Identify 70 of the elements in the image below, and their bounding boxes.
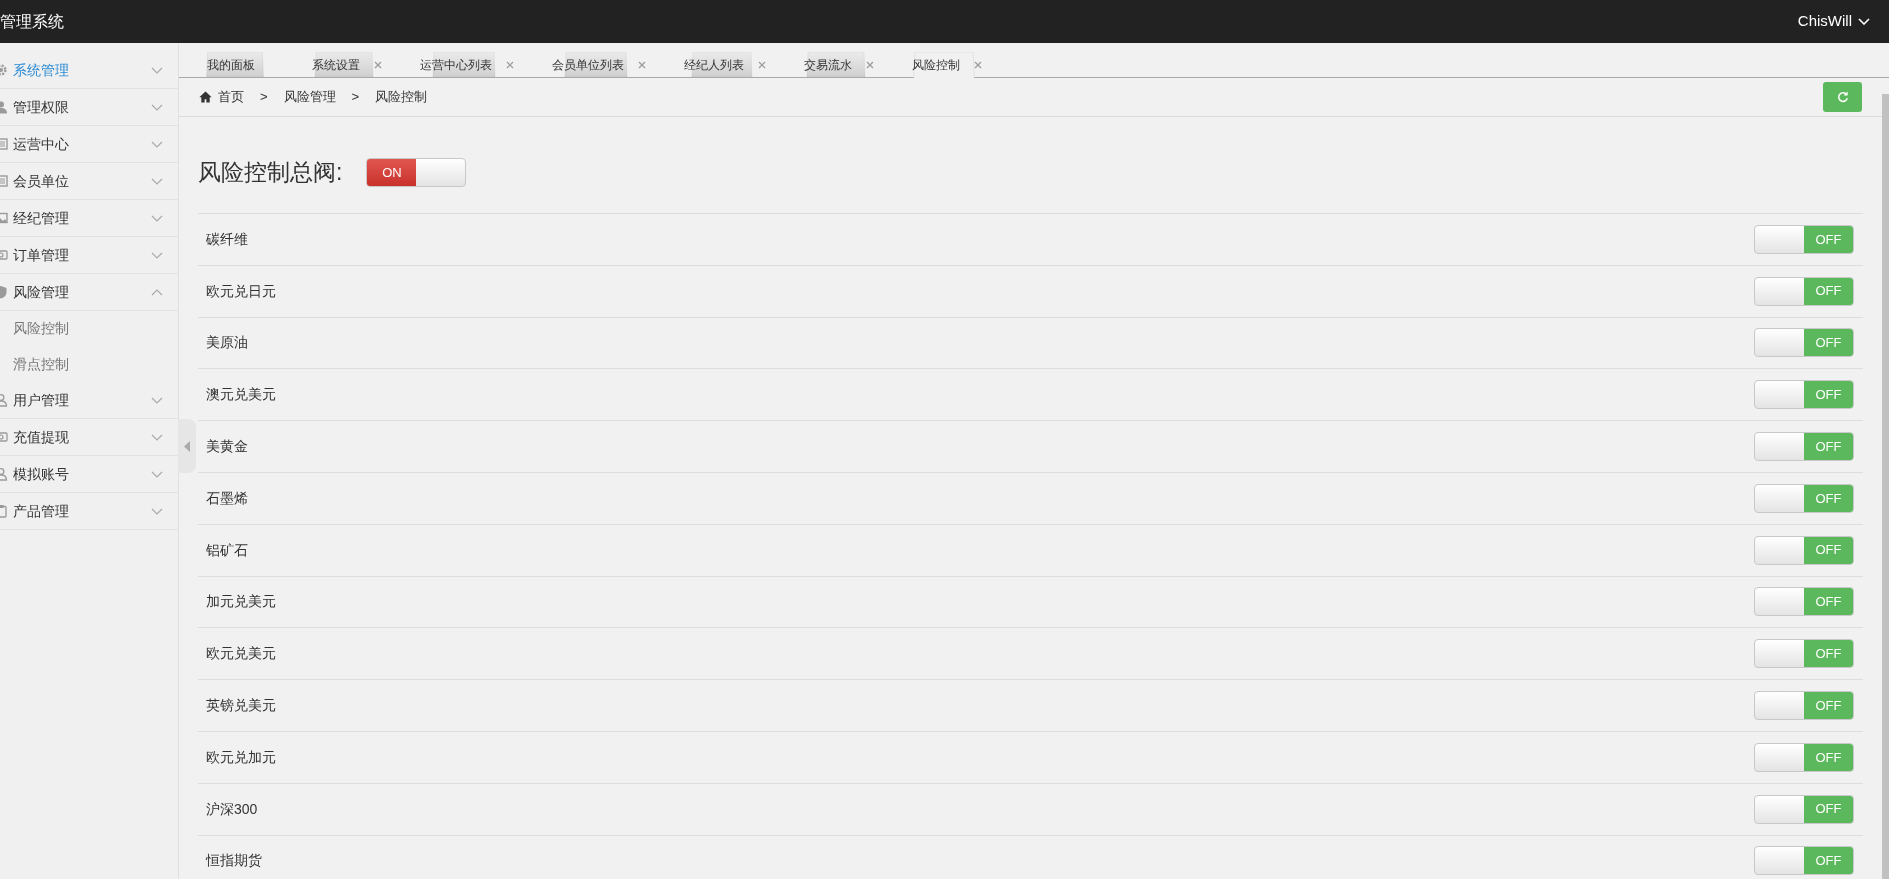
app-title: 管理系统 <box>0 11 64 32</box>
chevron-down-icon <box>151 507 163 515</box>
breadcrumb-separator: > <box>351 88 360 107</box>
refresh-button[interactable] <box>1823 82 1862 112</box>
chevron-down-icon <box>1858 18 1870 25</box>
breadcrumb-link[interactable]: 风险管理 <box>283 87 336 107</box>
person-outline-icon <box>0 467 8 481</box>
chevron-down-icon <box>151 470 163 478</box>
row-label: 加元兑美元 <box>206 592 276 612</box>
person-outline-icon <box>0 393 8 407</box>
banknote-icon <box>0 248 8 262</box>
scrollbar-thumb[interactable] <box>1882 94 1889 879</box>
breadcrumb-separator: > <box>260 88 268 107</box>
row-label: 英镑兑美元 <box>206 696 276 716</box>
row-label: 碳纤维 <box>206 229 248 249</box>
close-icon[interactable] <box>974 61 982 69</box>
chevron-up-icon <box>151 288 163 296</box>
tab[interactable]: 运营中心列表 <box>398 52 530 77</box>
close-icon[interactable] <box>758 60 766 69</box>
banknote-icon <box>0 430 8 444</box>
row-label: 美黄金 <box>206 437 248 457</box>
chevron-down-icon <box>151 103 163 111</box>
gear-icon <box>0 63 8 77</box>
collapse-sidebar-button[interactable] <box>178 419 196 473</box>
row-label: 沪深300 <box>206 799 258 819</box>
row-label: 石墨烯 <box>206 488 248 508</box>
sidebar-item[interactable]: 管理权限 <box>0 89 178 126</box>
sidebar-subitem[interactable]: 风险控制 <box>0 311 178 347</box>
row-label: 铝矿石 <box>206 540 248 560</box>
row-label: 澳元兑美元 <box>206 385 276 405</box>
sidebar-item[interactable]: 风险管理 <box>0 274 178 311</box>
triangle-left-icon <box>184 440 190 452</box>
list-icon <box>0 137 8 151</box>
sidebar-item[interactable]: 会员单位 <box>0 163 178 200</box>
clipboard-icon <box>0 504 8 518</box>
close-icon[interactable] <box>638 60 646 69</box>
sidebar-item[interactable]: 用户管理 <box>0 382 178 419</box>
chevron-down-icon <box>151 396 163 404</box>
breadcrumb-current: 风险控制 <box>375 88 428 107</box>
row-label: 欧元兑加元 <box>206 747 276 767</box>
list-icon <box>0 174 8 188</box>
close-icon[interactable] <box>506 60 514 69</box>
sidebar-subitem[interactable]: 滑点控制 <box>0 346 178 382</box>
home-link[interactable]: 首页 <box>199 87 244 107</box>
user-menu-button[interactable]: ChisWill <box>1797 10 1870 33</box>
home-icon <box>199 91 212 103</box>
picture-icon <box>0 211 8 225</box>
toggle-switch[interactable]: ON <box>366 158 467 187</box>
row-label: 恒指期货 <box>206 851 262 871</box>
refresh-icon <box>1836 91 1849 103</box>
chevron-down-icon <box>151 214 163 222</box>
chevron-down-icon <box>151 66 163 74</box>
chevron-down-icon <box>151 433 163 441</box>
chevron-down-icon <box>151 177 163 185</box>
chevron-down-icon <box>151 140 163 148</box>
master-switch-label: 风险控制总阀: <box>198 158 343 187</box>
sidebar-item[interactable]: 订单管理 <box>0 237 178 274</box>
row-label: 欧元兑日元 <box>206 281 276 301</box>
row-label: 欧元兑美元 <box>206 644 276 664</box>
shield-icon <box>0 285 8 299</box>
close-icon[interactable] <box>866 60 874 69</box>
sidebar-item[interactable]: 模拟账号 <box>0 456 178 493</box>
sidebar-item[interactable]: 产品管理 <box>0 493 178 530</box>
close-icon[interactable] <box>374 60 382 69</box>
person-icon <box>0 100 8 114</box>
row-label: 美原油 <box>206 333 248 353</box>
chevron-down-icon <box>151 251 163 259</box>
tab[interactable]: 会员单位列表 <box>530 52 662 77</box>
sidebar-item[interactable]: 运营中心 <box>0 126 178 163</box>
sidebar-item[interactable]: 经纪管理 <box>0 200 178 237</box>
